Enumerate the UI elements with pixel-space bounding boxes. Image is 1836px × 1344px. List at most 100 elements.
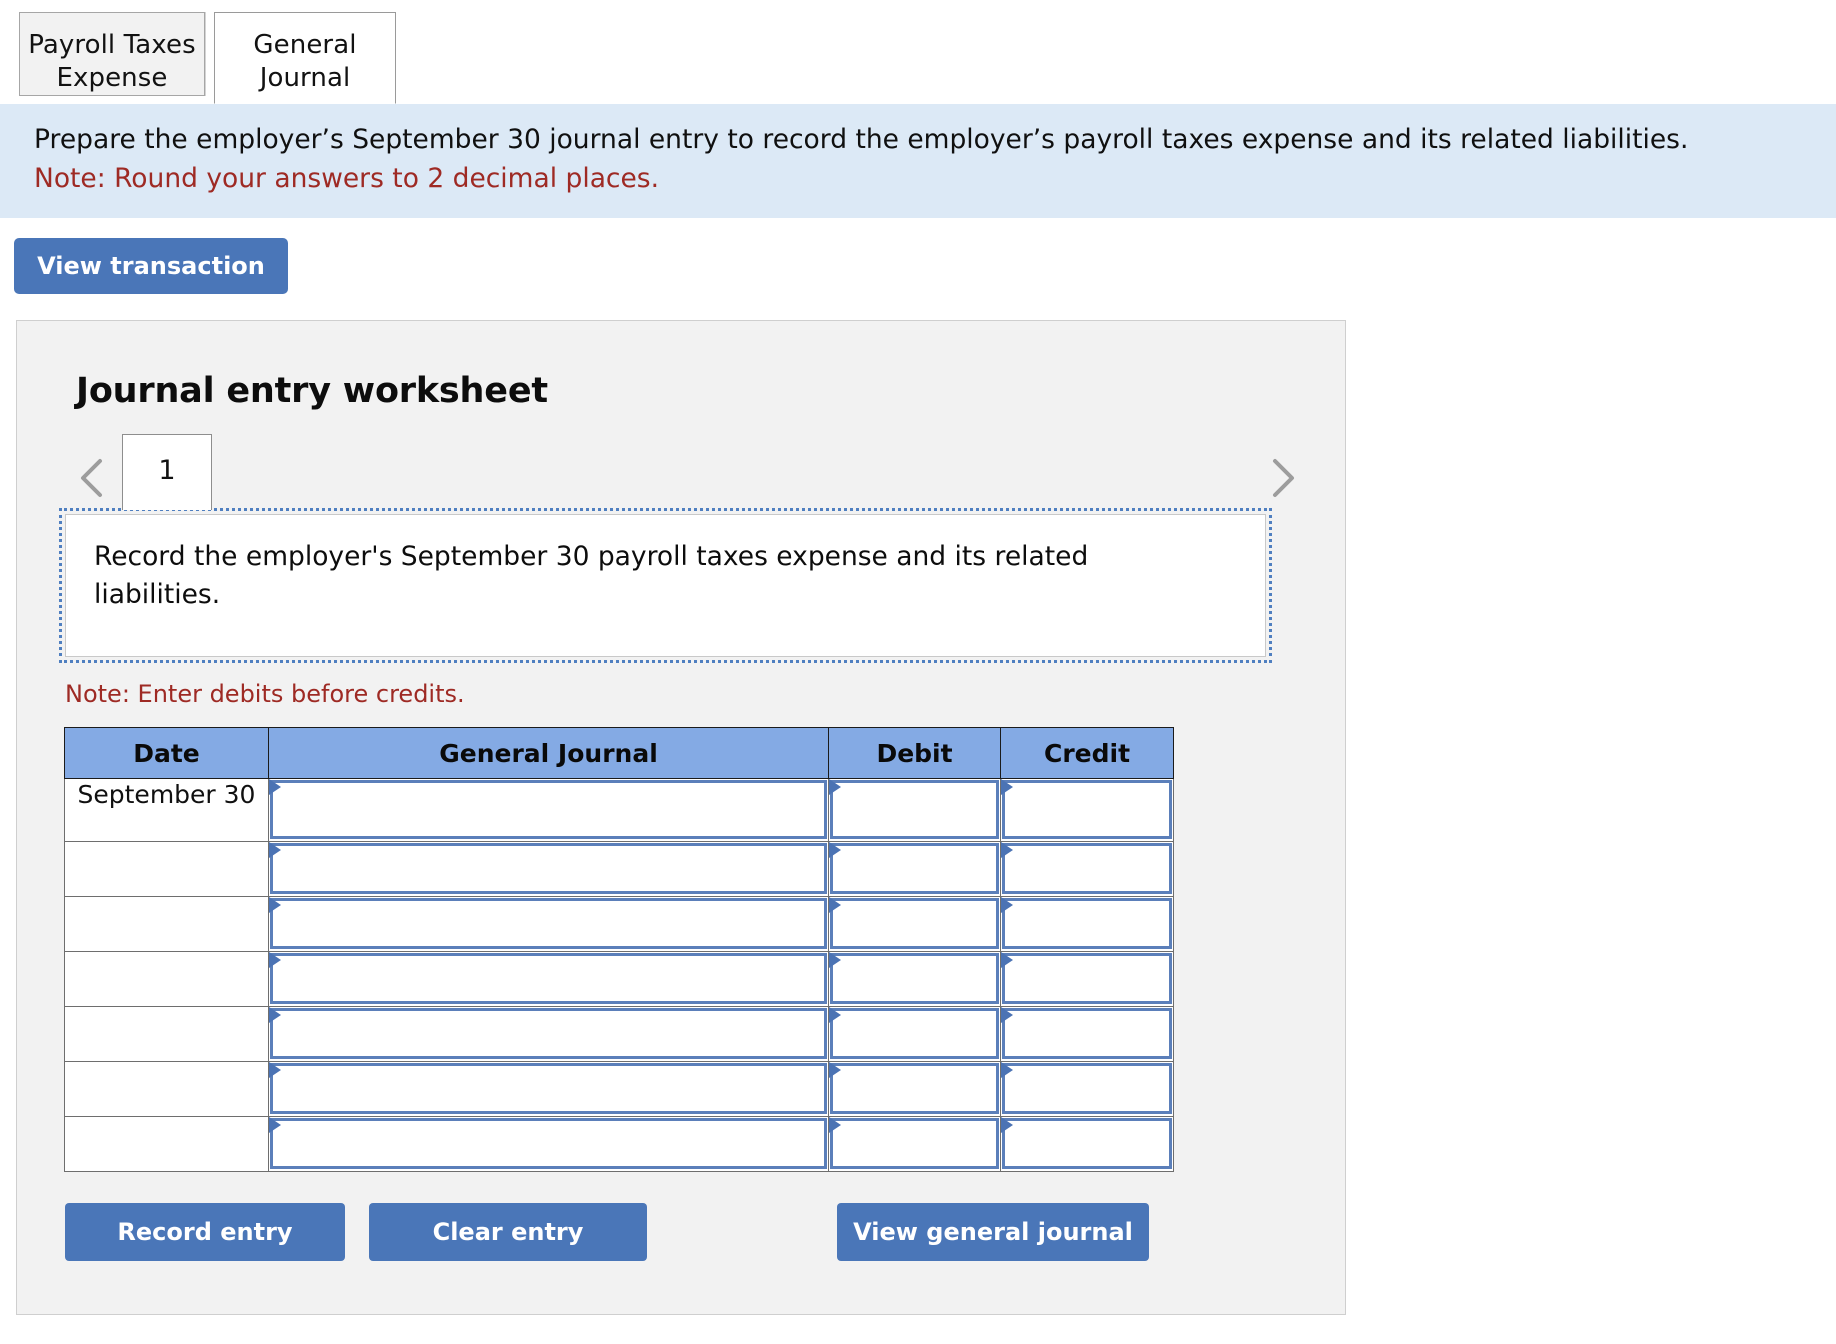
worksheet-description-box: Record the employer's September 30 payro… [59,508,1272,663]
tab-general-journal-line1: General [253,30,357,60]
general-journal-cell[interactable] [268,1006,829,1062]
debit-input[interactable] [830,898,999,949]
credit-cell[interactable] [1000,1116,1174,1172]
general-journal-cell[interactable] [268,1116,829,1172]
credit-cell[interactable] [1000,896,1174,952]
date-cell[interactable] [64,1116,269,1172]
debit-cell[interactable] [828,1116,1001,1172]
debit-cell[interactable] [828,1061,1001,1117]
dropdown-triangle-icon [829,1117,841,1133]
dropdown-triangle-icon [1001,1062,1013,1078]
worksheet-page-tab-1[interactable]: 1 [122,434,212,510]
dropdown-triangle-icon [269,897,281,913]
credit-input[interactable] [1002,843,1172,894]
account-select[interactable] [270,898,827,949]
rounding-note: Note: Round your answers to 2 decimal pl… [34,162,660,194]
credit-cell[interactable] [1000,951,1174,1007]
table-row [64,1116,1174,1172]
worksheet-description-inner: Record the employer's September 30 payro… [65,514,1266,657]
credit-cell[interactable] [1000,778,1174,842]
credit-input[interactable] [1002,1118,1172,1169]
date-cell[interactable] [64,1061,269,1117]
page-title: Journal entry worksheet [76,371,548,411]
general-journal-cell[interactable] [268,778,829,842]
general-journal-cell[interactable] [268,1061,829,1117]
tab-payroll-taxes-expense-line2: Expense [56,63,168,94]
view-general-journal-button[interactable]: View general journal [837,1203,1149,1261]
debit-cell[interactable] [828,951,1001,1007]
credit-cell[interactable] [1000,1061,1174,1117]
dropdown-triangle-icon [1001,952,1013,968]
dropdown-triangle-icon [829,897,841,913]
tab-general-journal[interactable]: General Journal [214,12,396,104]
debit-input[interactable] [830,1008,999,1059]
account-select[interactable] [270,780,827,839]
date-cell[interactable] [64,951,269,1007]
dropdown-triangle-icon [1001,1117,1013,1133]
dropdown-triangle-icon [829,952,841,968]
dropdown-triangle-icon [269,779,281,795]
debit-input[interactable] [830,1118,999,1169]
tab-strip: Payroll Taxes Expense General Journal [0,0,1836,110]
record-entry-button[interactable]: Record entry [65,1203,345,1261]
account-select[interactable] [270,1118,827,1169]
account-select[interactable] [270,1063,827,1114]
credit-cell[interactable] [1000,841,1174,897]
debit-cell[interactable] [828,778,1001,842]
account-select[interactable] [270,953,827,1004]
tab-payroll-taxes-expense[interactable]: Payroll Taxes Expense [19,12,205,96]
table-row [64,1006,1174,1062]
tab-payroll-taxes-expense-line1: Payroll Taxes [28,30,196,60]
table-row [64,951,1174,1007]
instruction-banner: Prepare the employer’s September 30 jour… [0,104,1836,218]
date-cell[interactable] [64,1006,269,1062]
dropdown-triangle-icon [1001,1007,1013,1023]
credit-input[interactable] [1002,1063,1172,1114]
dropdown-triangle-icon [829,1007,841,1023]
column-header-debit: Debit [828,727,1001,779]
chevron-left-icon[interactable] [75,455,109,501]
dropdown-triangle-icon [269,952,281,968]
debit-input[interactable] [830,1063,999,1114]
debit-cell[interactable] [828,1006,1001,1062]
debit-input[interactable] [830,843,999,894]
dropdown-triangle-icon [829,779,841,795]
dropdown-triangle-icon [1001,842,1013,858]
general-journal-table: Date General Journal Debit Credit Septem… [64,727,1174,1172]
account-select[interactable] [270,843,827,894]
dropdown-triangle-icon [269,1062,281,1078]
table-row [64,841,1174,897]
column-header-general-journal: General Journal [268,727,829,779]
credit-input[interactable] [1002,953,1172,1004]
dropdown-triangle-icon [1001,897,1013,913]
account-select[interactable] [270,1008,827,1059]
credit-input[interactable] [1002,898,1172,949]
column-header-credit: Credit [1000,727,1174,779]
credit-input[interactable] [1002,780,1172,839]
dropdown-triangle-icon [269,1007,281,1023]
debit-input[interactable] [830,953,999,1004]
debit-input[interactable] [830,780,999,839]
column-header-date: Date [64,727,269,779]
debit-cell[interactable] [828,896,1001,952]
credit-cell[interactable] [1000,1006,1174,1062]
table-row [64,896,1174,952]
table-header-row: Date General Journal Debit Credit [64,727,1174,779]
table-row [64,1061,1174,1117]
dropdown-triangle-icon [829,842,841,858]
date-cell[interactable] [64,896,269,952]
view-transaction-list-button[interactable]: View transaction list [14,238,288,336]
clear-entry-button[interactable]: Clear entry [369,1203,647,1261]
dropdown-triangle-icon [1001,779,1013,795]
debit-cell[interactable] [828,841,1001,897]
credit-input[interactable] [1002,1008,1172,1059]
table-row: September 30 [64,778,1174,842]
journal-entry-worksheet-panel: Journal entry worksheet 1 Record the emp… [16,320,1346,1315]
general-journal-cell[interactable] [268,951,829,1007]
date-cell[interactable]: September 30 [64,778,269,842]
date-cell[interactable] [64,841,269,897]
chevron-right-icon[interactable] [1266,455,1300,501]
general-journal-cell[interactable] [268,841,829,897]
general-journal-cell[interactable] [268,896,829,952]
dropdown-triangle-icon [269,842,281,858]
